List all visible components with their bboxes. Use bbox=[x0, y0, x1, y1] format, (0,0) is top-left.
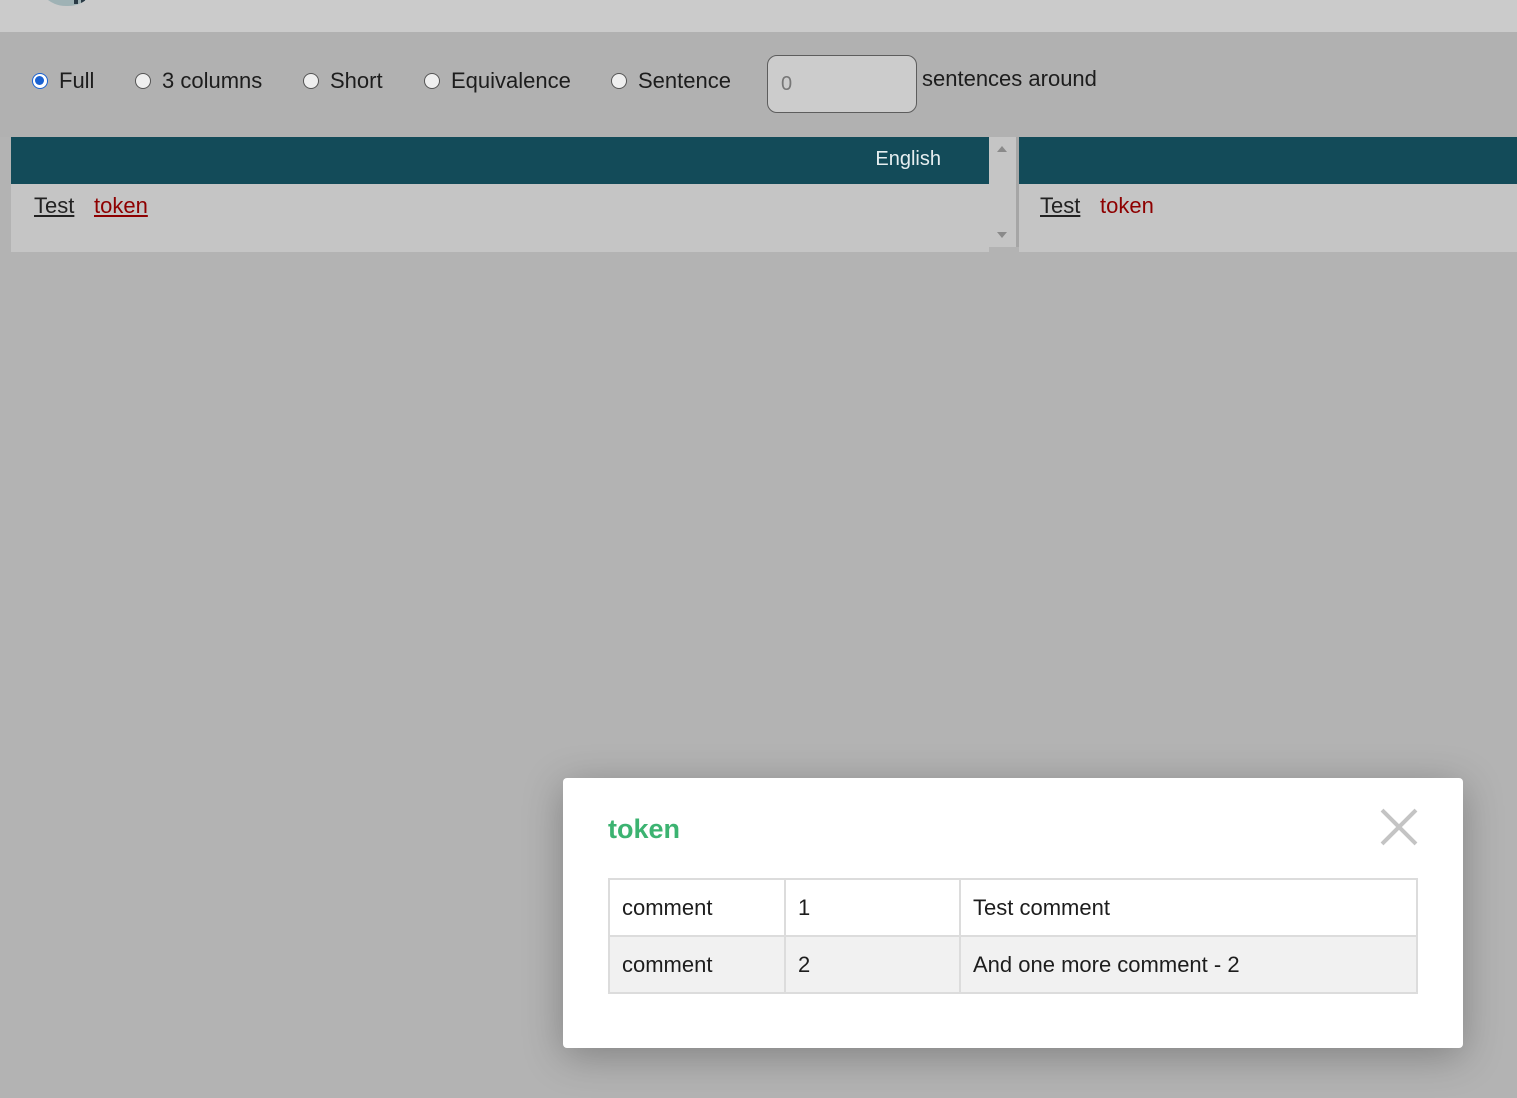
logo-icon[interactable] bbox=[36, 0, 98, 6]
left-token-highlighted[interactable]: token bbox=[94, 193, 148, 219]
left-panel-body bbox=[11, 184, 989, 252]
token-details-dialog: token comment 1 Test comment comment 2 A… bbox=[563, 778, 1463, 1048]
table-row: comment 1 Test comment bbox=[608, 878, 1418, 937]
sentences-around-label: sentences around bbox=[922, 66, 1097, 91]
radio-equivalence[interactable]: Equivalence bbox=[424, 66, 571, 96]
radio-full[interactable]: Full bbox=[32, 66, 94, 96]
radio-sentence-label: Sentence bbox=[638, 68, 731, 93]
table-cell-value: Test comment bbox=[959, 878, 1418, 937]
left-panel-header: English bbox=[11, 137, 989, 184]
scroll-down-icon[interactable] bbox=[997, 232, 1007, 238]
radio-short[interactable]: Short bbox=[303, 66, 383, 96]
table-cell-value: And one more comment - 2 bbox=[959, 935, 1418, 994]
radio-short-label: Short bbox=[330, 68, 383, 93]
top-bar bbox=[0, 0, 1517, 32]
left-panel-scrollbar[interactable] bbox=[989, 137, 1019, 247]
language-label: English bbox=[875, 148, 941, 170]
sentences-around-input[interactable] bbox=[767, 55, 917, 113]
radio-sentence[interactable]: Sentence bbox=[611, 66, 731, 96]
left-token-test[interactable]: Test bbox=[34, 193, 74, 219]
table-cell-id: 2 bbox=[784, 935, 961, 994]
right-token-test[interactable]: Test bbox=[1040, 193, 1080, 219]
dialog-title: token bbox=[608, 814, 681, 844]
right-token-highlighted[interactable]: token bbox=[1100, 193, 1154, 219]
radio-equivalence-icon[interactable] bbox=[424, 73, 440, 89]
annotations-table: comment 1 Test comment comment 2 And one… bbox=[608, 878, 1418, 994]
radio-3-columns-label: 3 columns bbox=[162, 68, 263, 93]
right-panel-body bbox=[1019, 184, 1517, 252]
radio-equivalence-label: Equivalence bbox=[451, 68, 571, 93]
radio-full-icon[interactable] bbox=[32, 73, 48, 89]
radio-3-columns-icon[interactable] bbox=[135, 73, 151, 89]
table-cell-field: comment bbox=[608, 878, 786, 937]
table-row: comment 2 And one more comment - 2 bbox=[608, 935, 1418, 994]
table-cell-id: 1 bbox=[784, 878, 961, 937]
scroll-up-icon[interactable] bbox=[997, 146, 1007, 152]
radio-3-columns[interactable]: 3 columns bbox=[135, 66, 262, 96]
close-icon[interactable] bbox=[1378, 806, 1420, 848]
table-cell-field: comment bbox=[608, 935, 786, 994]
right-panel-header bbox=[1019, 137, 1517, 184]
radio-sentence-icon[interactable] bbox=[611, 73, 627, 89]
radio-short-icon[interactable] bbox=[303, 73, 319, 89]
radio-full-label: Full bbox=[59, 68, 95, 93]
